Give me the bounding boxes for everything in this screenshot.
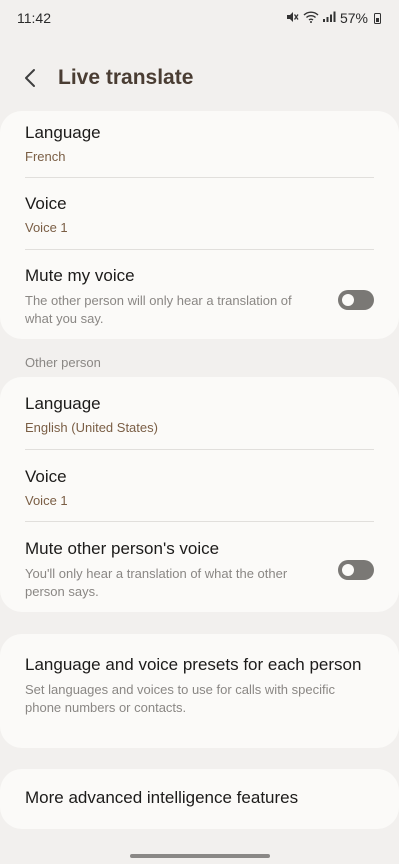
other-voice-title: Voice <box>25 467 67 486</box>
status-time: 11:42 <box>17 10 51 26</box>
presets-row[interactable]: Language and voice presets for each pers… <box>0 634 399 717</box>
mute-my-voice-title: Mute my voice <box>25 266 135 285</box>
mute-other-voice-desc: You'll only hear a translation of what t… <box>25 566 288 599</box>
mute-other-voice-toggle[interactable] <box>338 560 374 580</box>
status-bar: 11:42 57% <box>0 0 399 36</box>
presets-card[interactable]: Language and voice presets for each pers… <box>0 634 399 748</box>
home-indicator[interactable] <box>129 854 270 858</box>
wifi-icon <box>303 10 319 26</box>
presets-title: Language and voice presets for each pers… <box>25 655 362 674</box>
mute-my-voice-desc: The other person will only hear a transl… <box>25 293 292 326</box>
my-voice-value: Voice 1 <box>25 220 68 235</box>
back-button[interactable] <box>24 63 46 93</box>
my-language-title: Language <box>25 123 101 142</box>
page-title: Live translate <box>58 66 194 89</box>
app-header: Live translate <box>0 36 399 120</box>
other-language-row[interactable]: Language English (United States) <box>0 377 399 449</box>
presets-desc: Set languages and voices to use for call… <box>25 682 336 715</box>
other-voice-row[interactable]: Voice Voice 1 <box>0 450 399 521</box>
battery-icon <box>374 12 381 24</box>
back-arrow-icon <box>25 69 35 87</box>
other-person-label: Other person <box>25 355 101 370</box>
status-icons: 57% <box>286 10 381 26</box>
my-language-value: French <box>25 149 66 164</box>
other-voice-value: Voice 1 <box>25 493 68 508</box>
mute-other-voice-title: Mute other person's voice <box>25 539 220 558</box>
mute-my-voice-row[interactable]: Mute my voice The other person will only… <box>0 250 399 338</box>
mute-other-voice-row[interactable]: Mute other person's voice You'll only he… <box>0 522 399 610</box>
my-voice-title: Voice <box>25 194 67 213</box>
mute-icon <box>286 11 299 26</box>
my-language-row[interactable]: Language French <box>0 111 399 177</box>
mute-my-voice-toggle[interactable] <box>338 290 374 310</box>
other-settings-card: Language English (United States) Voice V… <box>0 377 399 612</box>
battery-percent: 57% <box>339 10 368 26</box>
advanced-row[interactable]: More advanced intelligence features <box>0 769 399 808</box>
other-language-value: English (United States) <box>25 420 158 435</box>
my-voice-row[interactable]: Voice Voice 1 <box>0 178 399 249</box>
my-settings-card: Language French Voice Voice 1 Mute my vo… <box>0 111 399 339</box>
other-language-title: Language <box>25 394 101 413</box>
signal-icon <box>322 11 336 25</box>
advanced-card[interactable]: More advanced intelligence features <box>0 769 399 829</box>
advanced-title: More advanced intelligence features <box>25 788 299 807</box>
